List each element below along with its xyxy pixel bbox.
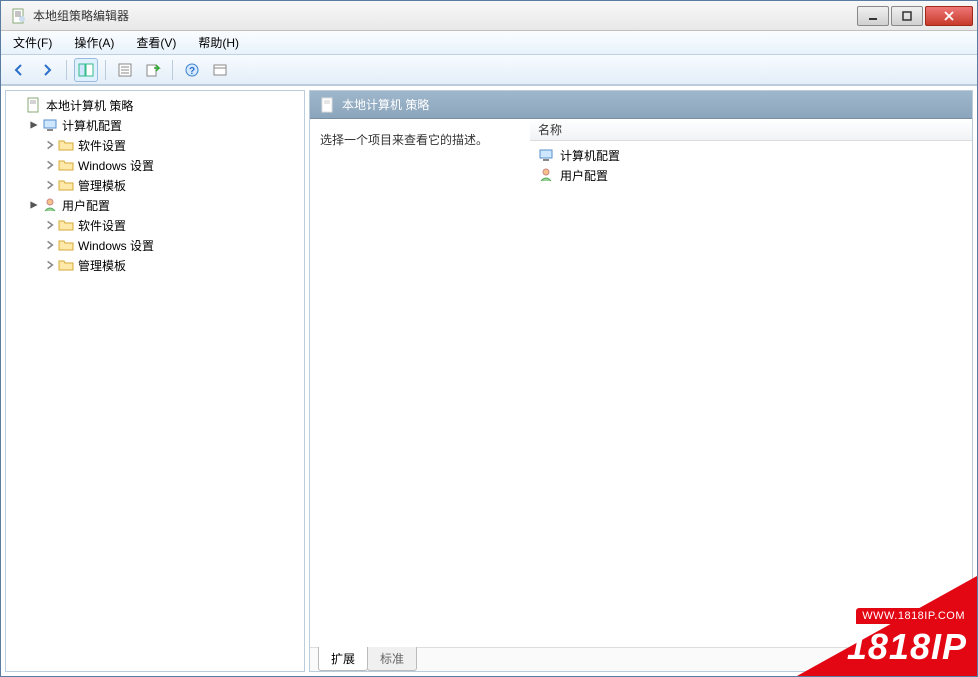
user-icon	[538, 167, 554, 183]
back-button[interactable]	[7, 58, 31, 82]
detail-title: 本地计算机 策略	[342, 96, 429, 113]
tree-admin-templates[interactable]: 管理模板	[8, 175, 302, 195]
document-icon	[26, 97, 42, 113]
folder-icon	[58, 137, 74, 153]
expand-arrow-icon[interactable]	[44, 259, 56, 271]
tree-windows-settings[interactable]: Windows 设置	[8, 155, 302, 175]
titlebar: 本地组策略编辑器	[1, 1, 977, 31]
tree-panel: 本地计算机 策略 计算机配置 软件设置 Windows 设置	[5, 90, 305, 672]
toolbar: ?	[1, 55, 977, 85]
list-item-computer[interactable]: 计算机配置	[530, 145, 972, 165]
tree-software-settings[interactable]: 软件设置	[8, 215, 302, 235]
svg-text:?: ?	[189, 66, 195, 77]
tree-software-settings[interactable]: 软件设置	[8, 135, 302, 155]
menu-file[interactable]: 文件(F)	[7, 32, 58, 53]
folder-icon	[58, 257, 74, 273]
app-icon	[11, 8, 27, 24]
tree-root[interactable]: 本地计算机 策略	[8, 95, 302, 115]
user-icon	[42, 197, 58, 213]
toolbar-separator	[66, 60, 67, 80]
document-icon	[320, 97, 336, 113]
forward-button[interactable]	[35, 58, 59, 82]
minimize-button[interactable]	[857, 6, 889, 26]
menu-action[interactable]: 操作(A)	[68, 32, 120, 53]
list-item-label: 计算机配置	[560, 147, 620, 164]
expand-arrow-icon[interactable]	[44, 159, 56, 171]
toolbar-separator	[172, 60, 173, 80]
policy-tree: 本地计算机 策略 计算机配置 软件设置 Windows 设置	[6, 91, 304, 279]
tree-label: 用户配置	[62, 197, 110, 214]
description-text: 选择一个项目来查看它的描述。	[320, 131, 519, 148]
list-header-name[interactable]: 名称	[530, 119, 972, 141]
tab-standard[interactable]: 标准	[367, 647, 417, 671]
computer-icon	[42, 117, 58, 133]
tab-extended[interactable]: 扩展	[318, 647, 368, 671]
toolbar-separator	[105, 60, 106, 80]
window-controls	[855, 6, 973, 26]
maximize-button[interactable]	[891, 6, 923, 26]
folder-icon	[58, 237, 74, 253]
window-title: 本地组策略编辑器	[33, 7, 855, 24]
watermark-brand: 1818IP	[847, 626, 967, 668]
properties-button[interactable]	[113, 58, 137, 82]
tree-label: 软件设置	[78, 137, 126, 154]
tree-user-config[interactable]: 用户配置	[8, 195, 302, 215]
list-item-label: 用户配置	[560, 167, 608, 184]
list-column: 名称 计算机配置 用户配置	[530, 119, 972, 647]
tree-label: 计算机配置	[62, 117, 122, 134]
detail-body: 选择一个项目来查看它的描述。 名称 计算机配置 用户配置	[310, 119, 972, 647]
folder-icon	[58, 217, 74, 233]
tree-label: 软件设置	[78, 217, 126, 234]
folder-icon	[58, 157, 74, 173]
expand-arrow-icon[interactable]	[44, 139, 56, 151]
menubar: 文件(F) 操作(A) 查看(V) 帮助(H)	[1, 31, 977, 55]
expand-arrow-icon[interactable]	[44, 239, 56, 251]
detail-header: 本地计算机 策略	[310, 91, 972, 119]
blank-icon	[12, 99, 24, 111]
tree-label: Windows 设置	[78, 237, 154, 254]
show-hide-tree-button[interactable]	[74, 58, 98, 82]
folder-icon	[58, 177, 74, 193]
help-button[interactable]: ?	[180, 58, 204, 82]
tree-label: 本地计算机 策略	[46, 97, 133, 114]
export-button[interactable]	[141, 58, 165, 82]
collapse-arrow-icon[interactable]	[28, 199, 40, 211]
tree-label: 管理模板	[78, 177, 126, 194]
tree-label: Windows 设置	[78, 157, 154, 174]
watermark-url: WWW.1818IP.COM	[856, 608, 971, 624]
app-window: 本地组策略编辑器 文件(F) 操作(A) 查看(V) 帮助(H) ?	[0, 0, 978, 677]
filter-button[interactable]	[208, 58, 232, 82]
list-body: 计算机配置 用户配置	[530, 141, 972, 647]
computer-icon	[538, 147, 554, 163]
tree-admin-templates[interactable]: 管理模板	[8, 255, 302, 275]
tree-computer-config[interactable]: 计算机配置	[8, 115, 302, 135]
menu-help[interactable]: 帮助(H)	[192, 32, 245, 53]
tree-windows-settings[interactable]: Windows 设置	[8, 235, 302, 255]
expand-arrow-icon[interactable]	[44, 179, 56, 191]
menu-view[interactable]: 查看(V)	[130, 32, 182, 53]
tree-label: 管理模板	[78, 257, 126, 274]
close-button[interactable]	[925, 6, 973, 26]
list-item-user[interactable]: 用户配置	[530, 165, 972, 185]
collapse-arrow-icon[interactable]	[28, 119, 40, 131]
expand-arrow-icon[interactable]	[44, 219, 56, 231]
column-header-label: 名称	[538, 121, 562, 138]
description-column: 选择一个项目来查看它的描述。	[310, 119, 530, 647]
